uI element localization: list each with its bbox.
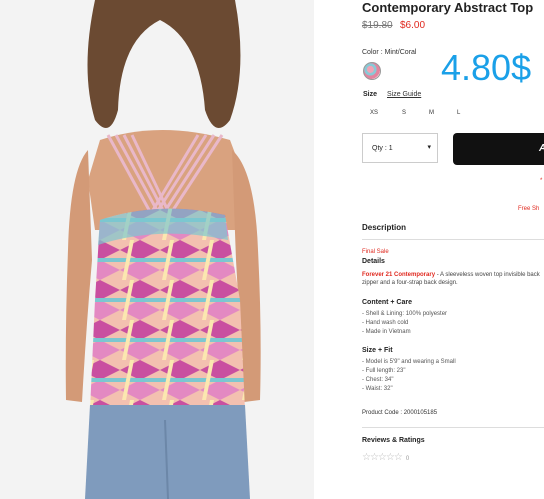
size-guide-link[interactable]: Size Guide	[387, 91, 421, 98]
brand-name: Forever 21 Contemporary	[362, 272, 436, 278]
details-text: Forever 21 Contemporary - A sleeveless w…	[362, 271, 544, 287]
divider	[362, 239, 544, 240]
size-label: Size	[363, 91, 378, 98]
quantity-select[interactable]: Qty : 1 ▾	[362, 133, 438, 163]
size-fit-item: - Chest: 34"	[362, 377, 394, 383]
quantity-label: Qty : 1	[372, 145, 393, 152]
free-shipping-link[interactable]: Free Sh	[518, 206, 539, 212]
product-photo-illustration	[0, 0, 314, 499]
size-fit-heading: Size + Fit	[362, 347, 393, 354]
sale-price: $6.00	[400, 20, 426, 31]
product-title: Contemporary Abstract Top	[362, 0, 534, 15]
star-icons: ☆☆☆☆☆	[362, 452, 403, 463]
add-to-cart-button[interactable]: A	[453, 133, 544, 165]
size-fit-item: - Model is 5'9" and wearing a Small	[362, 359, 456, 365]
star-rating[interactable]: ☆☆☆☆☆ 0	[362, 452, 409, 463]
size-option-m[interactable]: M	[429, 110, 434, 116]
cart-note-marker: *	[540, 178, 543, 184]
size-fit-item: - Full length: 23"	[362, 368, 406, 374]
caret-down-icon: ▾	[427, 144, 431, 151]
original-price: $19.80	[362, 20, 393, 31]
size-option-l[interactable]: L	[457, 110, 460, 116]
overlay-price: 4.80$	[441, 47, 532, 88]
divider	[362, 427, 544, 428]
content-item: - Shell & Lining: 100% polyester	[362, 311, 448, 317]
review-count: 0	[405, 456, 410, 462]
size-option-xs[interactable]: XS	[370, 110, 378, 116]
reviews-heading[interactable]: Reviews & Ratings	[362, 437, 425, 444]
final-sale-label: Final Sale	[362, 249, 389, 255]
description-heading[interactable]: Description	[362, 223, 406, 232]
product-image[interactable]	[0, 0, 314, 499]
product-code: Product Code : 2000105185	[362, 410, 438, 416]
floral-swatch-icon[interactable]	[363, 62, 381, 80]
size-fit-item: - Waist: 32"	[362, 386, 393, 392]
add-to-cart-label: A	[539, 143, 544, 154]
content-item: - Hand wash cold	[362, 320, 409, 326]
color-label: Color : Mint/Coral	[362, 49, 416, 56]
content-item: - Made in Vietnam	[362, 329, 411, 335]
details-heading: Details	[362, 258, 385, 265]
size-option-s[interactable]: S	[402, 110, 406, 116]
color-label-text: Color	[362, 49, 379, 56]
color-value: : Mint/Coral	[380, 49, 417, 56]
content-care-heading: Content + Care	[362, 299, 412, 306]
